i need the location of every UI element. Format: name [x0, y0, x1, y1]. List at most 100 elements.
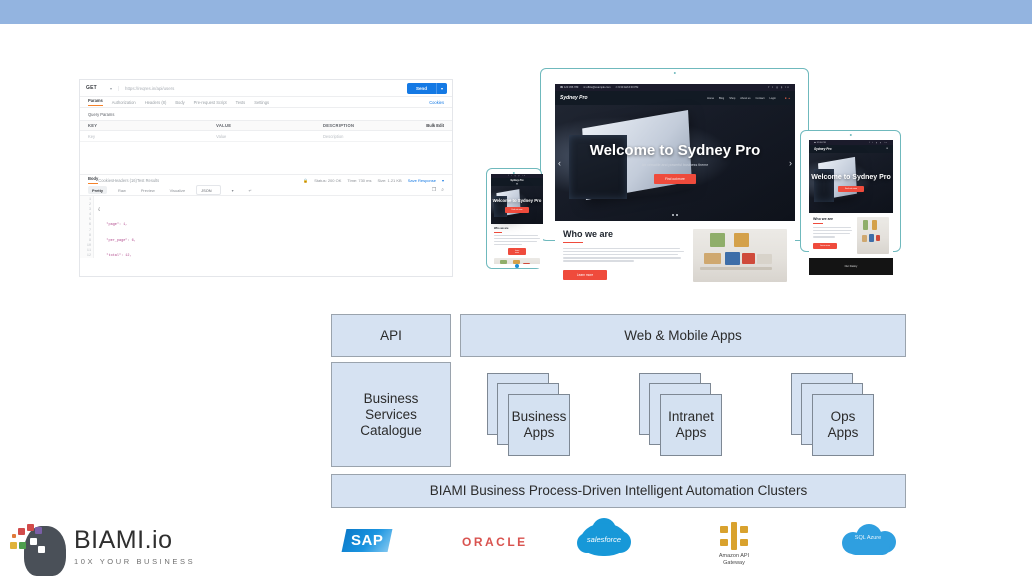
tab-pre-request-script[interactable]: Pre-request Script [194, 100, 227, 105]
cart-icon[interactable]: ■ [785, 97, 787, 100]
tab-authorization[interactable]: Authorization [112, 100, 136, 105]
who-we-are-body [494, 234, 540, 246]
save-response-button[interactable]: Save Response [408, 178, 436, 183]
who-we-are-heading: Who we are [563, 229, 614, 239]
tab-settings[interactable]: Settings [254, 100, 269, 105]
tab-params[interactable]: Params [88, 98, 103, 106]
code-line: "page": 1, [98, 223, 128, 228]
tab-body[interactable]: Body [175, 100, 184, 105]
cookies-link[interactable]: Cookies [429, 100, 444, 105]
param-key-input[interactable]: Key [88, 134, 216, 139]
box-web-mobile-apps[interactable]: Web & Mobile Apps [460, 314, 906, 357]
code-line: "total": 12, [98, 254, 132, 258]
chevron-down-icon[interactable]: ▾ [228, 186, 238, 194]
request-url-input[interactable]: https://reqres.in/api/users [118, 85, 407, 91]
carousel-dots[interactable] [672, 214, 678, 217]
response-tab-body[interactable]: Body [88, 176, 99, 184]
nav-home[interactable]: Home [707, 97, 714, 100]
stack-card-front[interactable]: Business Apps [508, 394, 570, 456]
azure-label: SQL Azure [854, 535, 882, 541]
box-api[interactable]: API [331, 314, 451, 357]
box-automation-clusters-label: BIAMI Business Process-Driven Intelligen… [429, 483, 808, 498]
search-icon[interactable]: ● [788, 97, 790, 100]
social-icons[interactable]: f t g p in [869, 142, 888, 144]
nav-about-us[interactable]: About us [740, 97, 750, 100]
heading-rule [813, 223, 823, 224]
nav-shop[interactable]: Shop [729, 97, 735, 100]
site-brand: Sydney Pro [814, 147, 832, 151]
social-icons[interactable]: f t g p in [768, 86, 790, 89]
who-cta-button[interactable]: Learn more [563, 269, 607, 280]
stack-intranet-apps[interactable]: Intranet Apps [639, 373, 731, 463]
copy-icon[interactable]: ❐ [432, 187, 436, 193]
salesforce-label: salesforce [586, 535, 622, 544]
vendor-logo-oracle: ORACLE [462, 535, 528, 549]
site-footer: Our history [809, 258, 893, 275]
request-url-row: GET ▾ https://reqres.in/api/users Send ▾ [80, 80, 452, 97]
param-description-input[interactable]: Description [323, 134, 416, 139]
search-icon[interactable]: ⌕ [441, 187, 444, 193]
bulk-edit-button[interactable]: Bulk Edit [416, 123, 444, 128]
hamburger-menu-icon[interactable]: ☰ [886, 148, 888, 150]
table-row[interactable]: Key Value Description [80, 131, 452, 142]
vendor-logo-amazon-api-gateway: Amazon API Gateway [706, 522, 762, 567]
carousel-next-arrow-icon[interactable]: › [789, 158, 792, 168]
who-cta-button[interactable]: Learn more [813, 242, 837, 249]
send-options-chevron-icon[interactable]: ▾ [435, 82, 447, 94]
who-we-are-section: Who we are Learn more [555, 221, 795, 290]
stack-business-apps[interactable]: Business Apps [487, 373, 579, 463]
stack-intranet-apps-label: Intranet Apps [668, 409, 714, 441]
site-brand: Sydney Pro [510, 178, 524, 182]
box-business-services-catalogue[interactable]: Business Services Catalogue [331, 362, 451, 467]
who-we-are-heading: Who we are [494, 227, 509, 230]
biami-brain-head-icon [8, 518, 66, 576]
params-table-header: KEY VALUE DESCRIPTION Bulk Edit [80, 120, 452, 131]
response-tab-cookies[interactable]: Cookies [98, 178, 113, 183]
box-automation-clusters[interactable]: BIAMI Business Process-Driven Intelligen… [331, 474, 906, 508]
response-tab-test-results[interactable]: Test Results [137, 178, 159, 183]
heading-rule [494, 231, 502, 233]
who-we-are-image [857, 217, 889, 254]
json-response-code[interactable]: { "page": 1, "per_page": 6, "total": 12,… [94, 196, 452, 258]
sap-label: SAP [350, 532, 384, 549]
hero-cta-button[interactable]: Find out more [837, 186, 865, 192]
param-value-input[interactable]: Value [216, 134, 323, 139]
social-icons[interactable]: f t g p in [508, 176, 526, 177]
tab-headers[interactable]: Headers (8) [145, 100, 167, 105]
carousel-prev-arrow-icon[interactable]: ‹ [558, 158, 561, 168]
format-visualize-button[interactable]: Visualize [166, 186, 190, 194]
desktop-website-preview: ☎ 123 456 789 ✉ office@example.com ⏱ 9:3… [555, 84, 795, 290]
hero-cta-button[interactable]: Find out more [505, 206, 529, 213]
tab-tests[interactable]: Tests [236, 100, 246, 105]
hero-cta-button[interactable]: Find out more [654, 174, 696, 184]
response-tab-headers[interactable]: Headers (16) [113, 178, 137, 183]
response-type-select[interactable]: JSON [196, 185, 221, 195]
stack-card-front[interactable]: Ops Apps [812, 394, 874, 456]
format-preview-button[interactable]: Preview [137, 186, 159, 194]
stack-ops-apps[interactable]: Ops Apps [791, 373, 883, 463]
site-nav: Sydney Pro Home Blog Shop About us Conta… [555, 91, 795, 105]
who-cta-button[interactable]: Learn more [508, 248, 526, 256]
api-client-panel: GET ▾ https://reqres.in/api/users Send ▾… [79, 79, 453, 277]
save-response-chevron-icon[interactable]: ▾ [442, 178, 444, 183]
who-we-are-image [692, 229, 787, 282]
response-body-viewer[interactable]: 1 2 3 4 5 6 7 8 9 10 11 12 { "page": 1, … [80, 196, 452, 258]
topbar-phone: ☎ 123 456 789 [560, 86, 579, 89]
salesforce-cloud-icon: salesforce [577, 518, 631, 556]
nav-contact[interactable]: Contact [756, 97, 765, 100]
nav-login[interactable]: Login [769, 97, 775, 100]
heading-rule [563, 242, 583, 243]
http-method-select[interactable]: GET [86, 85, 110, 91]
who-we-are-heading: Who we are [813, 217, 833, 221]
stack-card-front[interactable]: Intranet Apps [660, 394, 722, 456]
chevron-down-icon[interactable]: ▾ [110, 86, 112, 91]
format-pretty-button[interactable]: Pretty [88, 186, 108, 194]
code-line: { [98, 208, 101, 213]
nav-blog[interactable]: Blog [719, 97, 724, 100]
who-we-are-body [813, 227, 853, 238]
send-button[interactable]: Send [406, 82, 436, 94]
format-raw-button[interactable]: Raw [114, 186, 130, 194]
stack-line-1: Business [511, 409, 567, 424]
wrap-lines-icon[interactable]: ↵ [245, 186, 256, 194]
vendor-logo-sap: SAP [341, 529, 393, 552]
